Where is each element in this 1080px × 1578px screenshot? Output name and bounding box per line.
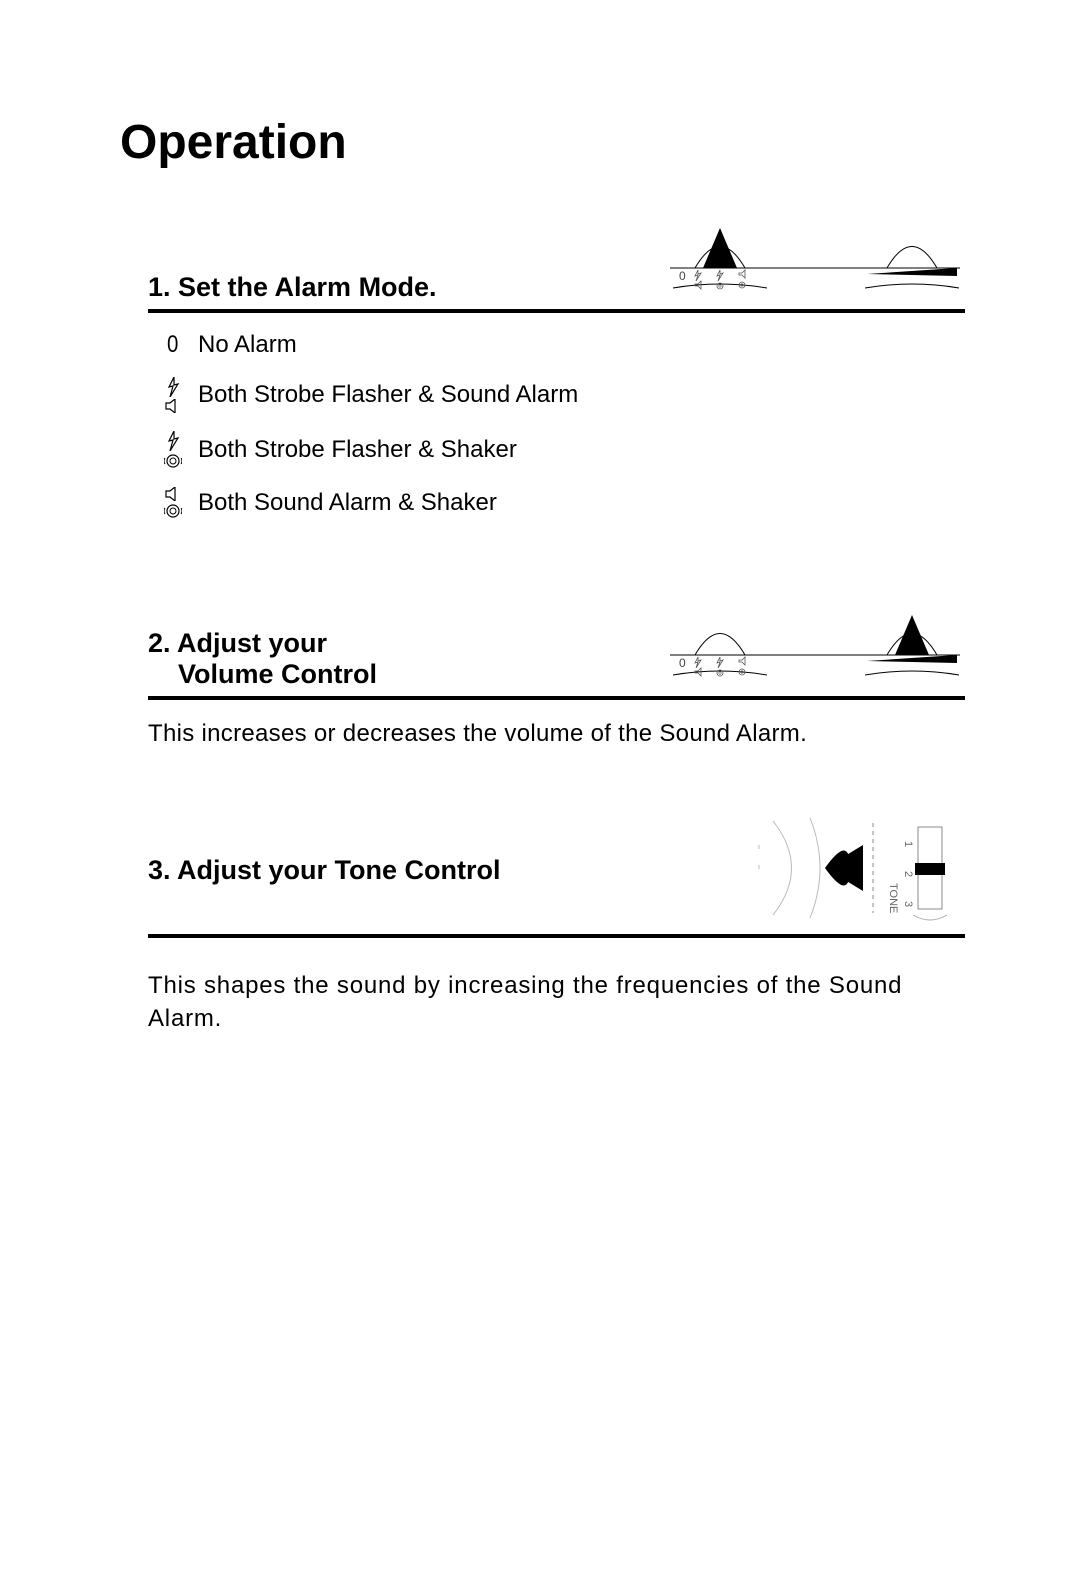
step-1-rule (148, 309, 965, 313)
step-3-head: 3. Adjust your Tone Control TONE (148, 813, 965, 928)
bolt-speaker-icon (148, 377, 198, 413)
step-1-heading: 1. Set the Alarm Mode. (148, 272, 437, 303)
step-3: 3. Adjust your Tone Control TONE (120, 813, 965, 1035)
tone-label: TONE (887, 883, 899, 913)
step-3-heading: 3. Adjust your Tone Control (148, 855, 501, 886)
step-1-head: 1. Set the Alarm Mode. 0 (148, 220, 965, 303)
speaker-shaker-icon (148, 487, 198, 519)
alarm-mode-diagram: 0 (665, 220, 965, 303)
mode-row: 0 No Alarm (148, 331, 965, 359)
dial-pos-0: 0 (679, 269, 686, 283)
mode-symbol-zero: 0 (148, 331, 198, 359)
step-3-body: This shapes the sound by increasing the … (148, 970, 965, 1035)
svg-text:1: 1 (902, 841, 914, 847)
step-1: 1. Set the Alarm Mode. 0 (120, 220, 965, 519)
step-2-head: 2. Adjust your Volume Control 0 (148, 607, 965, 690)
step-2: 2. Adjust your Volume Control 0 (120, 607, 965, 750)
alarm-mode-list: 0 No Alarm Both Strobe Flasher & Sound A… (148, 331, 965, 519)
svg-text:3: 3 (902, 901, 914, 907)
mode-row: Both Strobe Flasher & Shaker (148, 431, 965, 469)
mode-label: Both Strobe Flasher & Shaker (198, 436, 517, 464)
step-3-rule (148, 934, 965, 938)
tone-control-diagram: TONE 1 2 3 (755, 813, 965, 928)
mode-row: Both Strobe Flasher & Sound Alarm (148, 377, 965, 413)
step-2-heading: 2. Adjust your Volume Control (148, 628, 377, 690)
svg-text:2: 2 (902, 871, 914, 877)
page: Operation 1. Set the Alarm Mode. (0, 0, 1080, 1578)
svg-text:0: 0 (679, 656, 686, 670)
page-title: Operation (120, 115, 965, 170)
mode-label: No Alarm (198, 331, 297, 359)
mode-label: Both Sound Alarm & Shaker (198, 489, 497, 517)
bolt-shaker-icon (148, 431, 198, 469)
volume-control-diagram: 0 (665, 607, 965, 690)
mode-label: Both Strobe Flasher & Sound Alarm (198, 381, 578, 409)
step-2-rule (148, 696, 965, 700)
step-2-body: This increases or decreases the volume o… (148, 718, 965, 750)
mode-row: Both Sound Alarm & Shaker (148, 487, 965, 519)
